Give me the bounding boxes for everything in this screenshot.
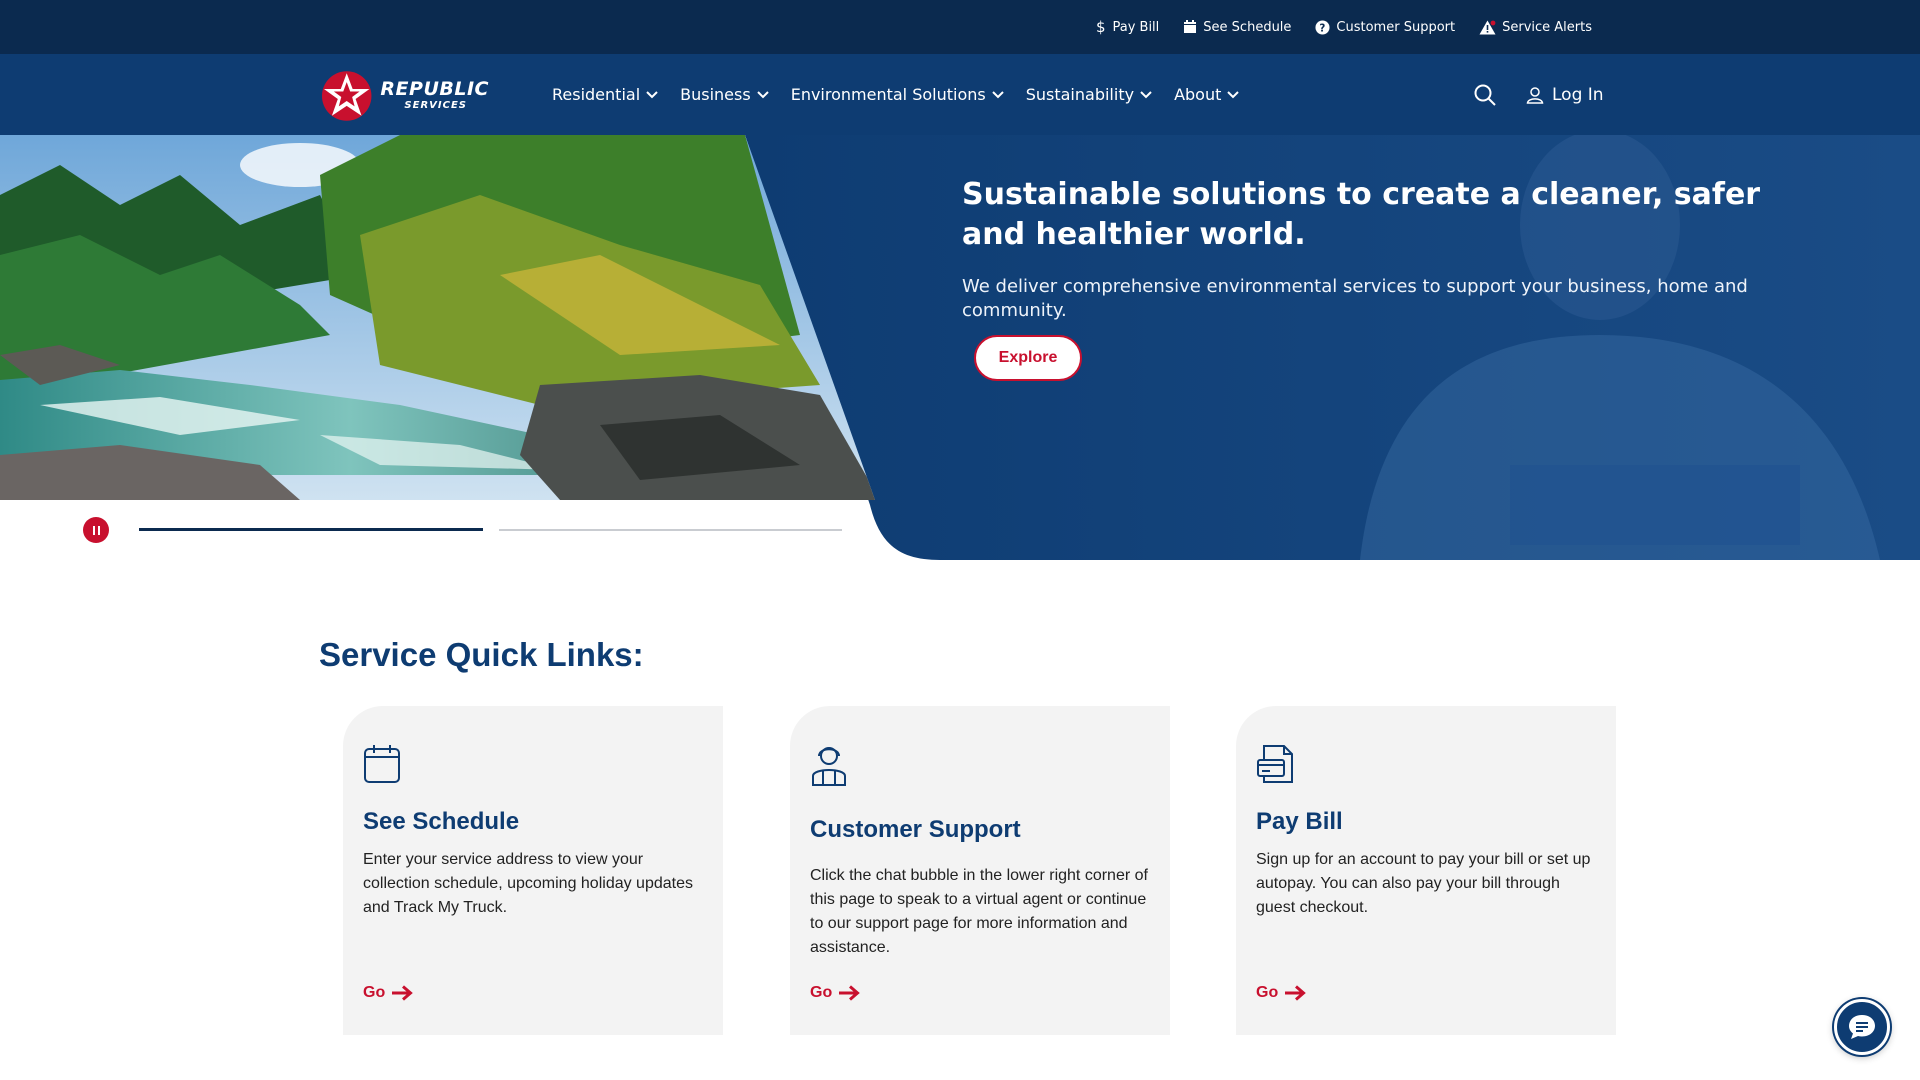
card-text: Click the chat bubble in the lower right…	[810, 867, 1148, 956]
go-label: Go	[810, 984, 833, 1001]
logo-word-services: SERVICES	[404, 99, 467, 111]
arrow-right-icon	[392, 985, 414, 1001]
chat-bubble-button[interactable]	[1834, 999, 1890, 1055]
card-go-link[interactable]: Go	[810, 984, 861, 1002]
carousel-slide-indicator-1[interactable]	[139, 528, 483, 531]
calendar-icon	[364, 745, 400, 783]
chevron-down-icon	[756, 90, 769, 98]
utility-link-label: See Schedule	[1203, 19, 1292, 35]
go-label: Go	[363, 984, 386, 1001]
dollar-icon: $	[1096, 19, 1106, 35]
go-label: Go	[1256, 984, 1279, 1001]
quick-link-card-pay-bill: Pay Bill Sign up for an account to pay y…	[1236, 706, 1616, 1035]
utility-link-customer-support[interactable]: ? Customer Support	[1315, 20, 1455, 35]
arrow-right-icon	[839, 985, 861, 1001]
login-label: Log In	[1552, 84, 1604, 105]
alert-icon	[1479, 20, 1496, 34]
card-title: See Schedule	[363, 808, 520, 835]
user-icon	[1526, 86, 1544, 104]
arrow-right-icon	[1285, 985, 1307, 1001]
hero-copy: Sustainable solutions to create a cleane…	[962, 175, 1812, 323]
nav-item-label: About	[1174, 85, 1222, 104]
logo-word-republic: REPUBLIC	[380, 77, 489, 100]
nav-item-label: Business	[680, 85, 751, 104]
utility-link-pay-bill[interactable]: $ Pay Bill	[1096, 19, 1159, 35]
utility-link-label: Customer Support	[1336, 19, 1456, 35]
svg-text:$: $	[1096, 19, 1106, 35]
star-logo-icon	[321, 71, 372, 121]
chevron-down-icon	[646, 90, 658, 98]
card-go-link[interactable]: Go	[1256, 984, 1307, 1002]
chevron-down-icon	[992, 90, 1004, 98]
primary-nav: Residential Business Environmental Solut…	[552, 54, 1240, 135]
nav-item-environmental-solutions[interactable]: Environmental Solutions	[791, 85, 1004, 104]
nav-item-business[interactable]: Business	[680, 85, 769, 104]
quick-links-title: Service Quick Links:	[319, 636, 644, 673]
nav-item-about[interactable]: About	[1174, 85, 1240, 104]
bill-icon	[1257, 745, 1293, 783]
utility-link-service-alerts[interactable]: Service Alerts	[1479, 20, 1592, 35]
nav-right: Log In	[1474, 54, 1604, 135]
utility-links: $ Pay Bill See Schedule ? Customer Suppo…	[1096, 0, 1592, 54]
nav-item-label: Residential	[552, 85, 641, 104]
utility-bar: $ Pay Bill See Schedule ? Customer Suppo…	[0, 0, 1920, 54]
calendar-icon	[1184, 20, 1197, 33]
support-agent-icon	[812, 747, 846, 786]
carousel-slide-indicator-2[interactable]	[499, 529, 842, 531]
question-icon: ?	[1315, 19, 1330, 34]
nav-item-label: Environmental Solutions	[790, 85, 986, 104]
card-text: Enter your service address to view your …	[363, 851, 693, 916]
carousel-pause-button[interactable]	[83, 517, 109, 543]
search-button[interactable]	[1474, 84, 1496, 106]
quick-link-card-customer-support: Customer Support Click the chat bubble i…	[790, 706, 1170, 1035]
chat-icon	[1849, 1015, 1875, 1039]
logo-wordmark: REPUBLIC SERVICES	[380, 77, 489, 111]
chevron-down-icon	[1140, 90, 1152, 98]
republic-services-logo[interactable]: REPUBLIC SERVICES	[319, 68, 489, 122]
pause-icon-bar	[97, 525, 100, 535]
main-nav: REPUBLIC SERVICES Residential Business E…	[0, 54, 1920, 135]
chevron-down-icon	[1227, 90, 1240, 98]
nav-item-sustainability[interactable]: Sustainability	[1026, 85, 1152, 104]
pause-icon-bar	[92, 525, 95, 535]
search-icon	[1474, 84, 1496, 106]
utility-link-see-schedule[interactable]: See Schedule	[1183, 20, 1291, 35]
utility-link-label: Pay Bill	[1112, 19, 1160, 35]
explore-button[interactable]: Explore	[974, 335, 1082, 381]
hero-subtitle: We deliver comprehensive environmental s…	[962, 276, 1748, 321]
card-title: Customer Support	[810, 816, 1021, 843]
card-text: Sign up for an account to pay your bill …	[1256, 851, 1591, 916]
login-link[interactable]: Log In	[1526, 85, 1604, 105]
svg-text:?: ?	[1320, 22, 1326, 34]
utility-link-label: Service Alerts	[1502, 19, 1592, 35]
nav-item-label: Sustainability	[1025, 85, 1135, 104]
nav-item-residential[interactable]: Residential	[552, 85, 658, 104]
hero-title: Sustainable solutions to create a cleane…	[962, 177, 1761, 252]
card-go-link[interactable]: Go	[363, 984, 414, 1002]
hero-section: Sustainable solutions to create a cleane…	[0, 135, 1920, 560]
quick-link-card-see-schedule: See Schedule Enter your service address …	[343, 706, 723, 1035]
card-title: Pay Bill	[1256, 808, 1343, 835]
